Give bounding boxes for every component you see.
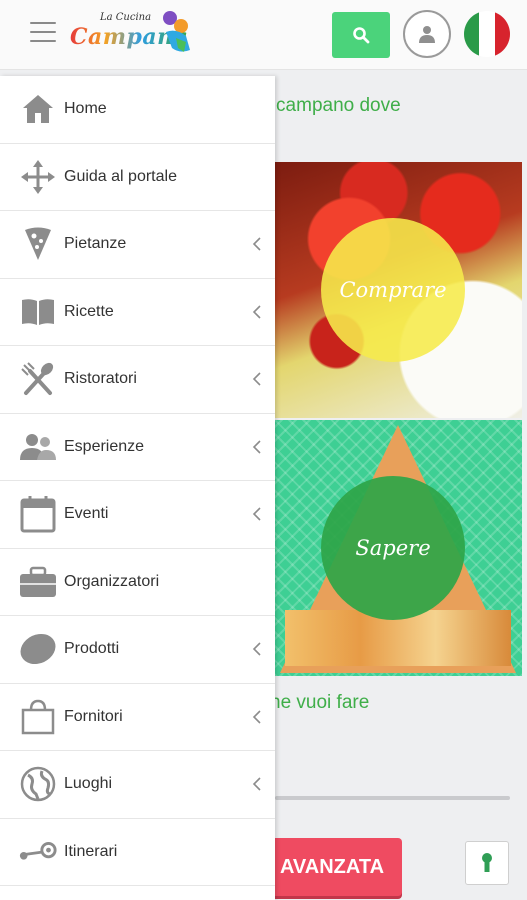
menu-item-label: Itinerari bbox=[64, 842, 118, 860]
hamburger-menu-icon[interactable] bbox=[30, 22, 56, 44]
chevron-left-icon bbox=[252, 372, 261, 386]
open-book-icon bbox=[18, 292, 58, 332]
language-flag-italian[interactable] bbox=[464, 11, 510, 57]
chevron-left-icon bbox=[252, 440, 261, 454]
shopping-bag-icon bbox=[18, 697, 58, 737]
tile-sapere[interactable]: Sapere bbox=[275, 420, 522, 676]
people-icon bbox=[18, 427, 58, 467]
steam-route-icon bbox=[18, 832, 58, 872]
menu-item-label: Esperienze bbox=[64, 437, 145, 455]
tile-sapere-label: Sapere bbox=[321, 476, 465, 620]
chevron-left-icon bbox=[252, 305, 261, 319]
menu-item-label: Fornitori bbox=[64, 707, 123, 725]
search-button[interactable] bbox=[332, 12, 390, 58]
menu-item-home[interactable]: Home bbox=[0, 76, 275, 144]
keyhole-icon bbox=[482, 853, 492, 872]
menu-item-label: Ricette bbox=[64, 302, 114, 320]
tile-comprare-label: Comprare bbox=[321, 218, 465, 362]
menu-item-label: Organizzatori bbox=[64, 572, 160, 590]
chevron-left-icon bbox=[252, 507, 261, 521]
fork-spoon-icon bbox=[18, 359, 58, 399]
menu-item-label: Ristoratori bbox=[64, 370, 137, 388]
app-header: La Cucina Campana bbox=[0, 0, 527, 70]
menu-item-luoghi[interactable]: Luoghi bbox=[0, 751, 275, 819]
logo-small-text: La Cucina bbox=[100, 12, 152, 23]
menu-item-label: Guida al portale bbox=[64, 167, 177, 185]
calendar-icon bbox=[18, 494, 58, 534]
what-to-do-text: he vuoi fare bbox=[270, 692, 370, 713]
flag-red-band bbox=[494, 11, 510, 57]
menu-item-label: Pietanze bbox=[64, 235, 127, 253]
flag-white-band bbox=[479, 11, 495, 57]
briefcase-icon bbox=[18, 562, 58, 602]
menu-item-guida[interactable]: Guida al portale bbox=[0, 144, 275, 211]
user-account-button[interactable] bbox=[403, 10, 451, 58]
menu-item-pietanze[interactable]: Pietanze bbox=[0, 211, 275, 279]
lock-button[interactable] bbox=[465, 841, 509, 885]
menu-item-prodotti[interactable]: Prodotti bbox=[0, 616, 275, 684]
chevron-left-icon bbox=[252, 777, 261, 791]
navigation-drawer: Home Guida al portale Pietanze Ricette R… bbox=[0, 76, 275, 900]
site-logo[interactable]: La Cucina Campana bbox=[66, 8, 194, 60]
home-icon bbox=[18, 89, 58, 129]
menu-item-ristoratori[interactable]: Ristoratori bbox=[0, 346, 275, 414]
move-arrows-icon bbox=[18, 157, 58, 197]
flag-green-band bbox=[464, 11, 480, 57]
content-divider bbox=[275, 796, 510, 800]
menu-item-ricette[interactable]: Ricette bbox=[0, 279, 275, 346]
lemon-icon bbox=[18, 629, 58, 669]
search-icon bbox=[353, 27, 370, 44]
menu-item-label: Eventi bbox=[64, 505, 109, 523]
menu-item-eventi[interactable]: Eventi bbox=[0, 481, 275, 549]
globe-icon bbox=[18, 764, 58, 804]
menu-item-label: Home bbox=[64, 100, 107, 118]
menu-item-label: Luoghi bbox=[64, 775, 113, 793]
chevron-left-icon bbox=[252, 710, 261, 724]
menu-item-esperienze[interactable]: Esperienze bbox=[0, 414, 275, 481]
user-icon bbox=[419, 26, 435, 43]
pizza-slice-icon bbox=[18, 224, 58, 264]
logo-campania-icon bbox=[163, 11, 190, 52]
menu-item-label: Prodotti bbox=[64, 640, 120, 658]
menu-item-itinerari[interactable]: Itinerari bbox=[0, 819, 275, 886]
menu-item-organizzatori[interactable]: Organizzatori bbox=[0, 549, 275, 616]
menu-item-fornitori[interactable]: Fornitori bbox=[0, 684, 275, 751]
chevron-left-icon bbox=[252, 642, 261, 656]
tile-comprare[interactable]: Comprare bbox=[275, 162, 522, 418]
chevron-left-icon bbox=[252, 237, 261, 251]
advanced-search-button[interactable]: AVANZATA bbox=[262, 838, 402, 896]
